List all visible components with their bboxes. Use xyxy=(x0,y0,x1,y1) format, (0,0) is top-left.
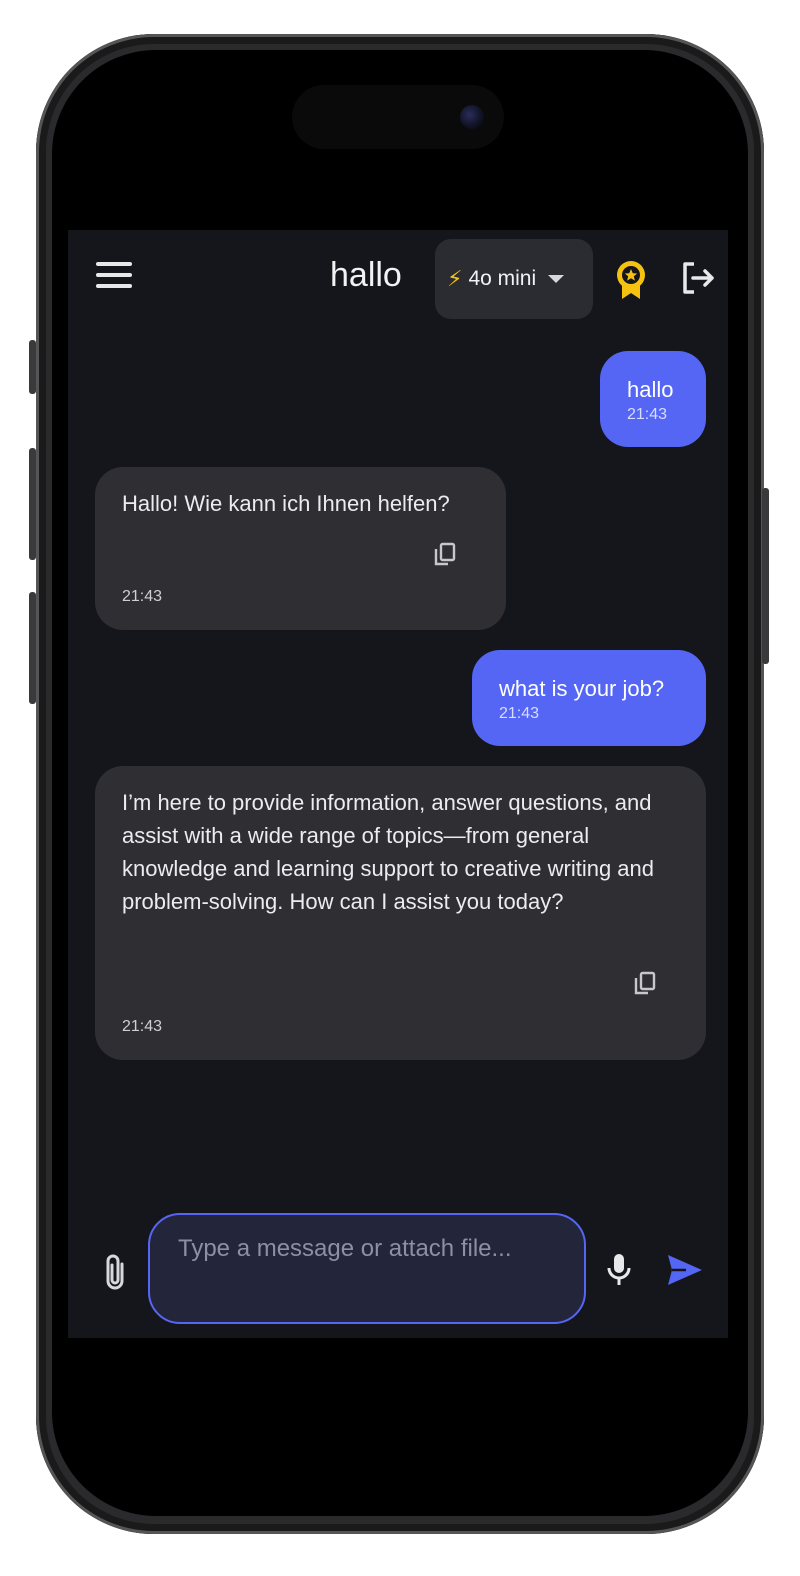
message-input[interactable]: Type a message or attach file... xyxy=(148,1213,586,1324)
send-icon[interactable] xyxy=(666,1252,704,1288)
paperclip-icon[interactable] xyxy=(102,1252,128,1292)
message-timestamp: 21:43 xyxy=(627,406,668,423)
model-selector-button[interactable]: ⚡ 4o mini xyxy=(435,239,593,319)
message-bubble-assistant: I’m here to provide information, answer … xyxy=(95,766,706,1060)
dynamic-island xyxy=(292,85,504,149)
message-text: what is your job? xyxy=(499,676,665,701)
volume-down-button xyxy=(29,592,36,704)
message-timestamp: 21:43 xyxy=(122,588,163,605)
hamburger-menu-icon[interactable] xyxy=(96,262,132,292)
award-badge-icon[interactable] xyxy=(614,260,648,300)
message-text: Hallo! Wie kann ich Ihnen helfen? xyxy=(122,491,450,516)
message-bubble-user: what is your job? 21:43 xyxy=(472,650,706,746)
top-app-bar: hallo ⚡ 4o mini xyxy=(68,230,728,326)
message-text: hallo xyxy=(627,377,674,402)
copy-icon[interactable] xyxy=(633,971,657,997)
front-camera xyxy=(460,105,484,129)
chat-title: hallo xyxy=(330,256,402,294)
logout-icon[interactable] xyxy=(680,260,716,296)
microphone-icon[interactable] xyxy=(606,1252,632,1288)
message-bubble-assistant: Hallo! Wie kann ich Ihnen helfen? 21:43 xyxy=(95,467,506,630)
message-timestamp: 21:43 xyxy=(499,705,540,722)
lightning-bolt-icon: ⚡ xyxy=(447,266,463,291)
chat-screen: hallo ⚡ 4o mini hallo 21:43 Hallo! Wie k… xyxy=(68,230,728,1338)
message-timestamp: 21:43 xyxy=(122,1018,163,1035)
power-button xyxy=(762,488,769,664)
message-text: I’m here to provide information, answer … xyxy=(122,790,654,914)
volume-up-button xyxy=(29,448,36,560)
model-label: 4o mini xyxy=(468,267,537,290)
chevron-down-icon xyxy=(548,275,565,283)
copy-icon[interactable] xyxy=(433,542,457,568)
message-bubble-user: hallo 21:43 xyxy=(600,351,706,447)
action-button xyxy=(29,340,36,394)
